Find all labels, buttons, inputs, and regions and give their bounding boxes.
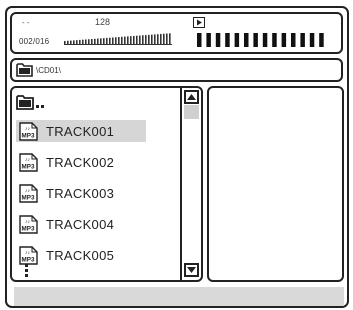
eq-bar (300, 33, 305, 47)
meter-bar (157, 34, 159, 44)
meter-bar (145, 35, 147, 44)
svg-text:♪♪: ♪♪ (25, 188, 31, 194)
meter-bar (148, 34, 150, 44)
svg-text:♪♪: ♪♪ (25, 126, 31, 132)
eq-bar (262, 33, 268, 47)
eq-bar (272, 33, 277, 47)
eq-bar (244, 33, 249, 47)
meter-bar (115, 37, 117, 44)
scroll-thumb[interactable] (184, 105, 199, 119)
scroll-down-button[interactable] (184, 263, 199, 277)
meter-bar (118, 37, 120, 44)
status-top-text: - - (22, 18, 30, 27)
svg-text:♪♪: ♪♪ (25, 250, 31, 256)
meter-bar (70, 40, 72, 44)
track-label: TRACK001 (46, 124, 115, 139)
meter-bar (109, 37, 111, 44)
list-item[interactable]: ♪♪ MP3 TRACK004 (16, 213, 146, 235)
meter-bar (166, 33, 168, 44)
eq-bar (281, 33, 287, 47)
meter-bar (73, 40, 75, 44)
track-label: TRACK003 (46, 186, 115, 201)
meter-bar (64, 41, 66, 44)
meter-bar (91, 39, 93, 44)
list-item[interactable]: ♪♪ MP3 TRACK005 (16, 244, 146, 266)
eq-bar (319, 33, 324, 47)
svg-text:MP3: MP3 (22, 133, 35, 140)
meter-bar (106, 37, 108, 44)
mp3-file-icon: ♪♪MP3 (19, 122, 38, 141)
bottom-status-bar (14, 287, 344, 306)
meter-bar (76, 40, 78, 44)
meter-bar (79, 39, 81, 44)
meter-bar (130, 36, 132, 44)
arrow-up-icon (187, 94, 196, 100)
info-panel (207, 86, 344, 282)
eq-bar (225, 33, 230, 47)
svg-text:MP3: MP3 (22, 226, 35, 233)
meter-bar (97, 38, 99, 44)
mp3-file-icon: ♪♪MP3 (19, 153, 38, 172)
play-icon[interactable] (193, 17, 205, 28)
meter-bar (160, 33, 162, 44)
track-counter: 002/016 (19, 37, 50, 46)
meter-bar (94, 38, 96, 44)
meter-bar (154, 34, 156, 44)
level-meter-icon (64, 33, 172, 45)
scrollbar[interactable] (180, 88, 201, 280)
track-label: TRACK004 (46, 217, 115, 232)
eq-bar (215, 33, 221, 47)
meter-bar (124, 36, 126, 44)
meter-bar (112, 37, 114, 44)
eq-bar (309, 33, 315, 47)
meter-bar (151, 34, 153, 44)
svg-text:♪♪: ♪♪ (25, 157, 31, 163)
meter-bar (136, 35, 138, 44)
meter-bar (163, 33, 165, 44)
eq-bar (291, 33, 296, 47)
meter-bar (142, 35, 144, 44)
svg-text:MP3: MP3 (22, 257, 35, 264)
current-path: \CD01\ (36, 66, 61, 75)
meter-bar (169, 33, 171, 44)
meter-bar (82, 39, 84, 44)
more-items-icon (25, 264, 28, 277)
folder-icon (16, 63, 33, 77)
list-item[interactable]: ♪♪ MP3 TRACK002 (16, 151, 146, 173)
meter-bar (100, 38, 102, 44)
meter-bar (139, 35, 141, 44)
folder-up-icon (16, 95, 44, 110)
meter-bar (121, 36, 123, 44)
eq-bar (253, 33, 258, 47)
mp3-file-icon: ♪♪MP3 (19, 215, 38, 234)
list-item[interactable]: ♪♪ MP3 TRACK003 (16, 182, 146, 204)
svg-text:MP3: MP3 (22, 195, 35, 202)
parent-folder-entry[interactable] (16, 93, 48, 116)
eq-bar (206, 33, 211, 47)
meter-bar (88, 39, 90, 44)
meter-bar (103, 38, 105, 44)
bitrate-value: 128 (95, 17, 111, 27)
meter-bar (133, 35, 135, 44)
mp3-file-icon: ♪♪MP3 (19, 246, 38, 265)
arrow-down-icon (187, 267, 196, 273)
svg-text:♪♪: ♪♪ (25, 219, 31, 225)
equalizer-icon (197, 33, 324, 47)
svg-text:MP3: MP3 (22, 164, 35, 171)
eq-bar (234, 33, 240, 47)
track-label: TRACK002 (46, 155, 115, 170)
mp3-file-icon: ♪♪MP3 (19, 184, 38, 203)
meter-bar (127, 36, 129, 44)
list-item[interactable]: ♪♪ MP3 TRACK001 (16, 120, 146, 142)
scroll-up-button[interactable] (184, 90, 199, 104)
meter-bar (67, 40, 69, 44)
meter-bar (85, 39, 87, 44)
track-label: TRACK005 (46, 248, 115, 263)
eq-bar (197, 33, 202, 47)
